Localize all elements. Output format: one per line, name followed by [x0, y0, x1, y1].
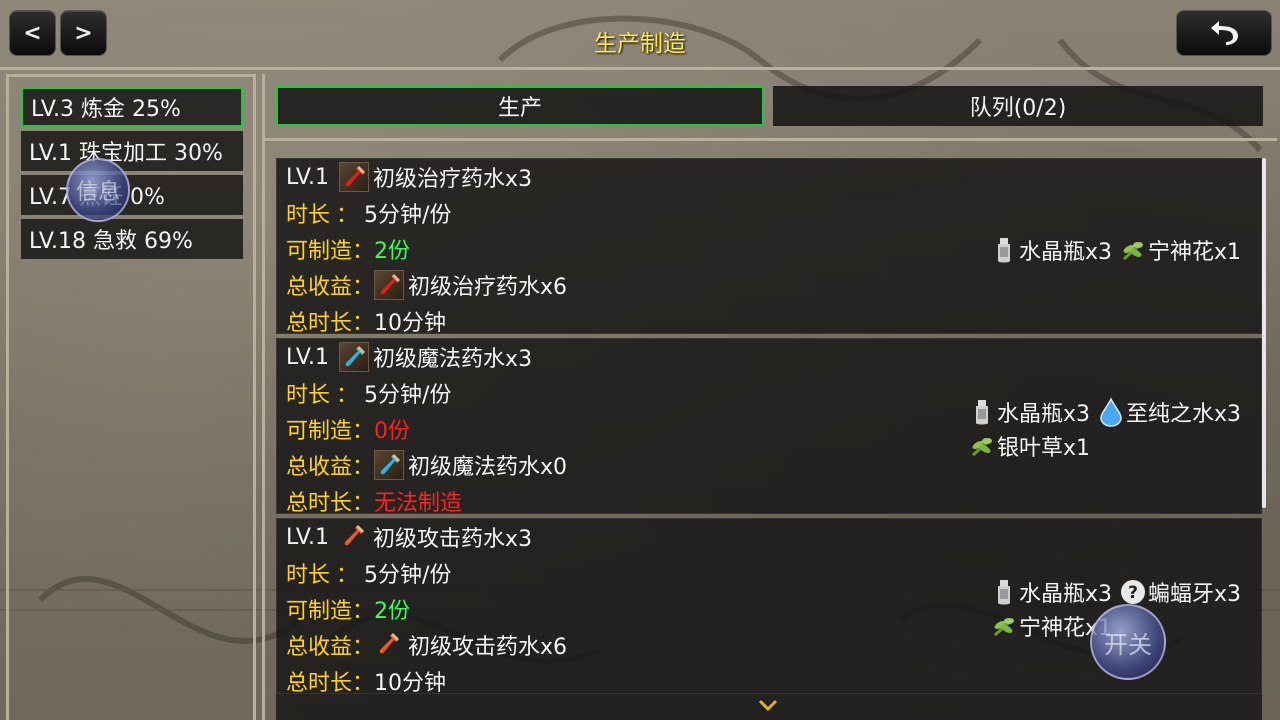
- duration-colon: ：: [336, 383, 359, 408]
- recipe-header: LV.1 初级攻击药水x3: [286, 519, 532, 555]
- crystal-vial-icon: [969, 397, 995, 427]
- info-bubble-button[interactable]: 信息: [66, 158, 130, 222]
- skill-item-cooking[interactable]: LV.7 烹饪 0%: [21, 175, 243, 215]
- skill-sidebar: LV.3 炼金 25% LV.1 珠宝加工 30% LV.7 烹饪 0% LV.…: [6, 74, 256, 720]
- materials: 水晶瓶x3 至纯之水x3 银叶草x1: [961, 395, 1241, 463]
- undo-arrow-icon: [1207, 17, 1241, 49]
- recipe-level: LV.1: [286, 344, 330, 370]
- recipe-level: LV.1: [286, 164, 330, 190]
- duration-row: 时长 ： 5分钟/份: [286, 555, 451, 591]
- duration-colon: ：: [336, 203, 359, 228]
- tab-queue[interactable]: 队列(0/2): [773, 86, 1263, 126]
- material-name: 蝙蝠牙x3: [1147, 582, 1241, 607]
- material-item: 水晶瓶x3: [969, 396, 1090, 428]
- yield-value: 初级治疗药水x6: [408, 275, 568, 300]
- water-drop-icon: [1098, 397, 1124, 427]
- recipe-name: 初级治疗药水x3: [373, 167, 533, 192]
- duration-label: 时长: [286, 203, 331, 228]
- red-potion-icon: [374, 270, 405, 300]
- yield-row: 总收益： 初级治疗药水x6: [286, 267, 567, 303]
- material-item: 银叶草x1: [969, 430, 1090, 462]
- back-button[interactable]: [1176, 10, 1272, 56]
- recipe-header: LV.1 初级治疗药水x3: [286, 159, 532, 195]
- skill-item-first-aid[interactable]: LV.18 急救 69%: [21, 219, 243, 259]
- herb-icon: [969, 431, 995, 461]
- blue-potion-icon: [374, 450, 405, 480]
- material-name: 水晶瓶x3: [996, 402, 1090, 427]
- material-item: 至纯之水x3: [1098, 396, 1241, 428]
- material-name: 银叶草x1: [996, 436, 1090, 461]
- yield-value: 初级魔法药水x0: [408, 455, 568, 480]
- red-potion-icon: [339, 162, 370, 192]
- yield-label: 总收益：: [286, 455, 375, 480]
- yield-row: 总收益： 初级魔法药水x0: [286, 447, 567, 483]
- total-time-label: 总时长：: [286, 671, 375, 696]
- duration-colon: ：: [336, 563, 359, 588]
- skill-item-jewelcrafting[interactable]: LV.1 珠宝加工 30%: [21, 131, 243, 171]
- total-time-row: 总时长： 10分钟: [286, 303, 446, 339]
- craftable-label: 可制造：: [286, 419, 375, 444]
- skill-item-alchemy[interactable]: LV.3 炼金 25%: [21, 87, 243, 127]
- recipe-name: 初级攻击药水x3: [373, 527, 533, 552]
- material-item: ? 蝙蝠牙x3: [1120, 576, 1241, 608]
- craftable-label: 可制造：: [286, 599, 375, 624]
- material-item: 水晶瓶x3: [991, 576, 1112, 608]
- craftable-row: 可制造： 0份: [286, 411, 410, 447]
- tab-produce[interactable]: 生产: [276, 86, 764, 126]
- recipe-card[interactable]: LV.1 初级魔法药水x3 时长 ： 5分钟/份 可制造： 0份 总收益： 初级…: [276, 338, 1262, 516]
- scrollbar[interactable]: [1262, 158, 1266, 508]
- svg-text:?: ?: [1128, 583, 1138, 603]
- craftable-label: 可制造：: [286, 239, 375, 264]
- material-name: 水晶瓶x3: [1018, 240, 1112, 265]
- yield-label: 总收益：: [286, 635, 375, 660]
- recipe-name: 初级魔法药水x3: [373, 347, 533, 372]
- total-time-label: 总时长：: [286, 491, 375, 516]
- duration-row: 时长 ： 5分钟/份: [286, 195, 451, 231]
- craftable-row: 可制造： 2份: [286, 591, 410, 627]
- recipe-card[interactable]: LV.1 初级治疗药水x3 时长 ： 5分钟/份 可制造： 2份 总收益： 初级…: [276, 158, 1262, 336]
- toggle-button[interactable]: 开关: [1090, 604, 1166, 680]
- duration-value: 5分钟/份: [364, 203, 452, 228]
- material-name: 宁神花x1: [1147, 240, 1241, 265]
- herb-icon: [991, 611, 1017, 641]
- crystal-vial-icon: [991, 577, 1017, 607]
- yield-label: 总收益：: [286, 275, 375, 300]
- duration-label: 时长: [286, 563, 331, 588]
- orange-potion-icon: [339, 522, 369, 552]
- craftable-value: 2份: [374, 239, 411, 264]
- yield-value: 初级攻击药水x6: [408, 635, 568, 660]
- herb-icon: [1120, 235, 1146, 265]
- tab-divider: [265, 138, 1277, 141]
- craftable-value: 0份: [374, 419, 411, 444]
- materials: 水晶瓶x3 宁神花x1: [983, 233, 1241, 267]
- crystal-vial-icon: [991, 235, 1017, 265]
- duration-row: 时长 ： 5分钟/份: [286, 375, 451, 411]
- page-title: 生产制造: [594, 31, 686, 57]
- total-time-row: 总时长： 无法制造: [286, 483, 462, 519]
- duration-value: 5分钟/份: [364, 383, 452, 408]
- duration-label: 时长: [286, 383, 331, 408]
- total-time-label: 总时长：: [286, 311, 375, 336]
- material-name: 至纯之水x3: [1125, 402, 1241, 427]
- scroll-down-indicator-icon: [758, 698, 778, 712]
- yield-row: 总收益： 初级攻击药水x6: [286, 627, 567, 663]
- recipe-header: LV.1 初级魔法药水x3: [286, 339, 532, 375]
- blue-potion-icon: [339, 342, 370, 372]
- total-time-value: 无法制造: [374, 491, 463, 516]
- top-bar: < > 生产制造: [0, 0, 1280, 70]
- material-item: 水晶瓶x3: [991, 234, 1112, 266]
- craftable-row: 可制造： 2份: [286, 231, 410, 267]
- material-item: 宁神花x1: [1120, 234, 1241, 266]
- orange-potion-icon: [374, 630, 404, 660]
- duration-value: 5分钟/份: [364, 563, 452, 588]
- craftable-value: 2份: [374, 599, 411, 624]
- total-time-value: 10分钟: [374, 311, 447, 336]
- question-mark-icon: ?: [1120, 577, 1146, 607]
- recipe-level: LV.1: [286, 524, 330, 550]
- total-time-value: 10分钟: [374, 671, 447, 696]
- material-name: 水晶瓶x3: [1018, 582, 1112, 607]
